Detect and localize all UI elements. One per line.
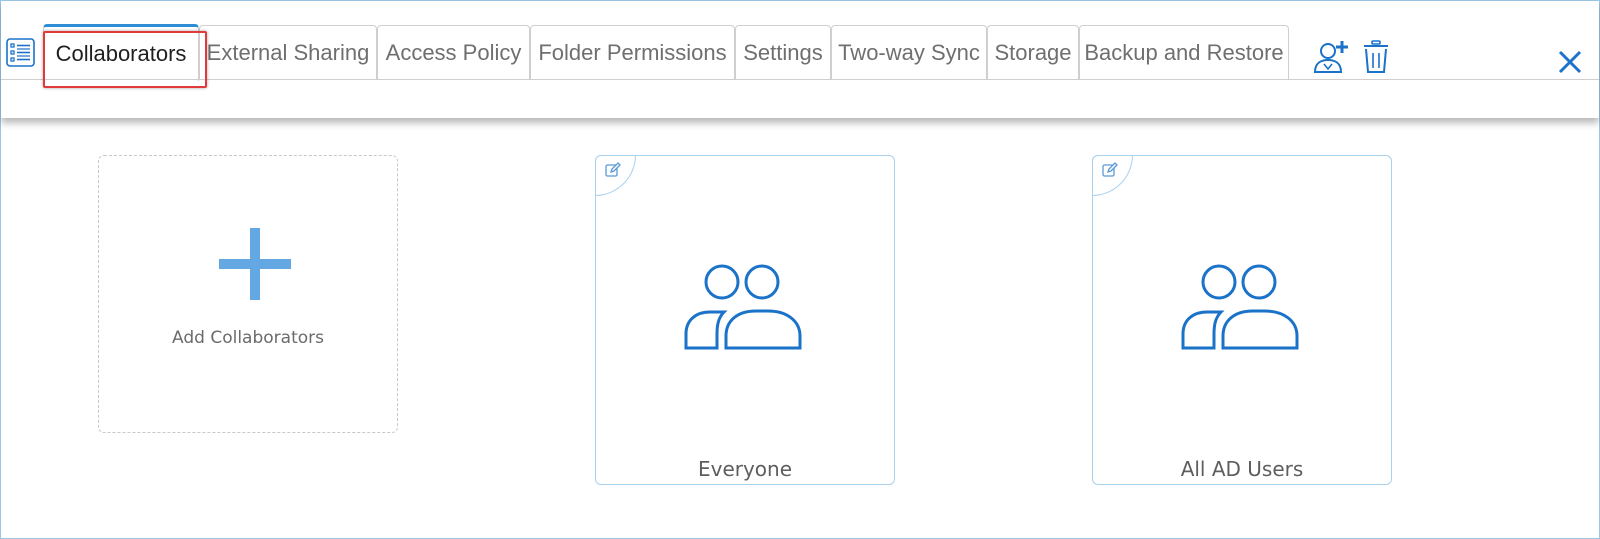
trash-icon[interactable] [1363,40,1389,74]
list-view-icon[interactable] [6,38,35,67]
edit-icon[interactable] [1092,155,1133,196]
tab-storage[interactable]: Storage [987,25,1079,80]
tab-settings[interactable]: Settings [735,25,831,80]
group-label: All AD Users [1180,457,1304,481]
tab-folder-permissions[interactable]: Folder Permissions [530,25,735,80]
group-card-all-ad-users[interactable]: All AD Users [1092,155,1392,485]
tab-access-policy[interactable]: Access Policy [377,25,530,80]
add-collaborators-card[interactable]: Add Collaborators [98,155,398,433]
tab-external-sharing[interactable]: External Sharing [199,25,377,80]
tab-two-way-sync[interactable]: Two-way Sync [831,25,987,80]
tab-backup-and-restore[interactable]: Backup and Restore [1079,25,1289,80]
close-icon[interactable] [1557,49,1583,75]
group-card-everyone[interactable]: Everyone [595,155,895,485]
add-collaborators-label: Add Collaborators [172,328,324,348]
tab-divider [1,79,1599,80]
user-group-icon [1181,262,1303,350]
collaborators-panel: Collaborators External Sharing Access Po… [0,0,1600,539]
tab-header: Collaborators External Sharing Access Po… [1,1,1599,118]
edit-icon[interactable] [595,155,636,196]
user-group-icon [684,262,806,350]
tab-collaborators[interactable]: Collaborators [43,24,199,81]
plus-icon [219,228,291,300]
add-user-icon[interactable] [1312,39,1350,75]
group-label: Everyone [697,457,793,481]
